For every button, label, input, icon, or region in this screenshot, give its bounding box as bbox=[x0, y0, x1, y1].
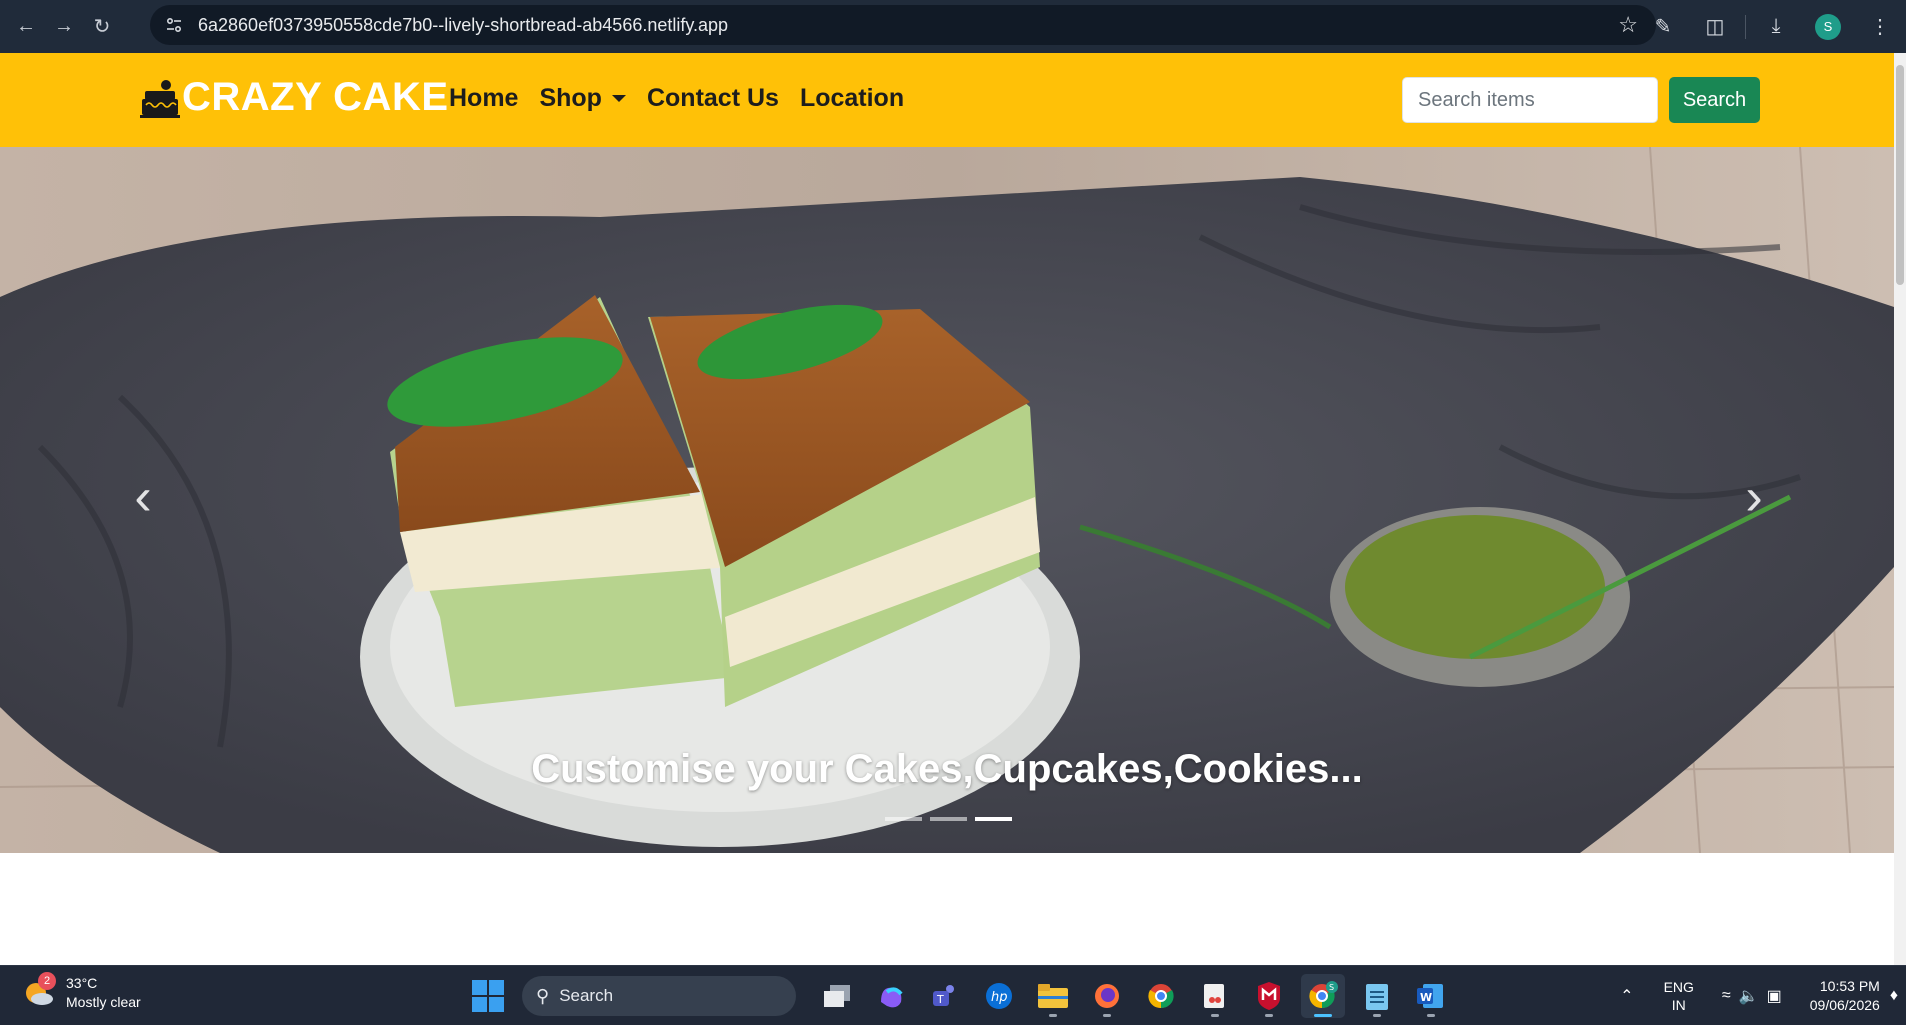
download-icon[interactable]: ⤓ bbox=[1759, 10, 1793, 44]
system-tray: ⌃ ENG IN ≈ 🔈 ▣ 10:53 PM 09/06/2026 ♦ bbox=[1620, 966, 1906, 1026]
weather-temp: 33°C bbox=[66, 975, 98, 991]
web-page: CRAZY CAKE Home Shop Contact Us Location… bbox=[0, 53, 1906, 965]
nav-menu: Home Shop Contact Us Location bbox=[449, 84, 925, 113]
carousel-indicator-3[interactable] bbox=[975, 817, 1012, 821]
carousel-prev-button[interactable]: ‹ bbox=[118, 467, 168, 527]
word-icon[interactable]: W bbox=[1409, 974, 1453, 1018]
brand-name: CRAZY CAKE bbox=[182, 75, 449, 119]
weather-desc: Mostly clear bbox=[66, 994, 141, 1010]
menu-icon[interactable]: ⋮ bbox=[1863, 10, 1897, 44]
forward-icon[interactable]: → bbox=[46, 9, 82, 45]
windows-start-icon[interactable] bbox=[472, 980, 504, 1012]
browser-toolbar: ← → ↻ 6a2860ef0373950558cde7b0--lively-s… bbox=[0, 0, 1906, 53]
nav-shop-label: Shop bbox=[539, 84, 602, 112]
wifi-icon[interactable]: ≈ bbox=[1722, 987, 1731, 1005]
scrollbar-thumb[interactable] bbox=[1896, 65, 1904, 285]
teams-icon[interactable]: T bbox=[923, 974, 967, 1018]
windows-taskbar: 2 33°C Mostly clear ⚲ Search T hp S W ⌃ … bbox=[0, 965, 1906, 1025]
weather-widget[interactable]: 2 33°C Mostly clear bbox=[22, 972, 141, 1012]
lang-line1: ENG bbox=[1663, 979, 1694, 995]
mcafee-icon[interactable] bbox=[1247, 974, 1291, 1018]
edit-icon[interactable]: ✎ bbox=[1646, 10, 1680, 44]
task-view-icon[interactable] bbox=[815, 974, 859, 1018]
avatar: S bbox=[1815, 13, 1841, 40]
reload-icon[interactable]: ↻ bbox=[84, 9, 120, 45]
svg-text:S: S bbox=[1329, 983, 1334, 992]
chevron-down-icon bbox=[611, 95, 626, 102]
carousel-indicators bbox=[885, 817, 1020, 821]
clock-time: 10:53 PM bbox=[1819, 978, 1880, 994]
nav-home[interactable]: Home bbox=[449, 84, 518, 113]
chrome-icon[interactable] bbox=[1139, 974, 1183, 1018]
svg-text:hp: hp bbox=[991, 990, 1008, 1005]
volume-icon[interactable]: 🔈 bbox=[1739, 986, 1759, 1006]
weather-icon: 2 bbox=[22, 972, 56, 1010]
taskbar-search[interactable]: ⚲ Search bbox=[522, 976, 796, 1016]
battery-icon[interactable]: ▣ bbox=[1767, 986, 1782, 1006]
notification-bell-icon[interactable]: ♦ bbox=[1890, 987, 1898, 1005]
svg-text:W: W bbox=[1420, 991, 1432, 1004]
url-text[interactable]: 6a2860ef0373950558cde7b0--lively-shortbr… bbox=[198, 15, 728, 36]
taskbar-apps: ⚲ Search T hp S W bbox=[472, 974, 1458, 1018]
carousel-indicator-1[interactable] bbox=[885, 817, 922, 821]
clock[interactable]: 10:53 PM 09/06/2026 bbox=[1810, 977, 1880, 1015]
carousel-indicator-2[interactable] bbox=[930, 817, 967, 821]
cake-icon bbox=[140, 79, 180, 118]
search-input[interactable] bbox=[1402, 77, 1658, 123]
nav-location[interactable]: Location bbox=[800, 84, 904, 113]
lang-line2: IN bbox=[1671, 997, 1686, 1013]
file-explorer-icon[interactable] bbox=[1031, 974, 1075, 1018]
copilot-icon[interactable] bbox=[869, 974, 913, 1018]
bookmark-star-icon[interactable]: ☆ bbox=[1618, 12, 1638, 38]
brand-logo[interactable]: CRAZY CAKE bbox=[140, 75, 449, 120]
snipping-tool-icon[interactable] bbox=[1193, 974, 1237, 1018]
page-scrollbar[interactable] bbox=[1894, 53, 1906, 965]
nav-shop[interactable]: Shop bbox=[539, 84, 626, 113]
back-icon[interactable]: ← bbox=[8, 9, 44, 45]
carousel-caption: Customise your Cakes,Cupcakes,Cookies... bbox=[531, 747, 1363, 791]
notepad-icon[interactable] bbox=[1355, 974, 1399, 1018]
clock-date: 09/06/2026 bbox=[1809, 997, 1880, 1013]
firefox-icon[interactable] bbox=[1085, 974, 1129, 1018]
search-icon: ⚲ bbox=[536, 985, 550, 1006]
site-info-icon[interactable] bbox=[162, 13, 186, 37]
chrome-profile-icon[interactable]: S bbox=[1301, 974, 1345, 1018]
address-bar[interactable]: 6a2860ef0373950558cde7b0--lively-shortbr… bbox=[150, 5, 1656, 45]
toolbar-separator bbox=[1745, 14, 1746, 39]
profile-avatar[interactable]: S bbox=[1811, 10, 1845, 44]
language-indicator[interactable]: ENG IN bbox=[1664, 978, 1694, 1014]
weather-text: 33°C Mostly clear bbox=[66, 974, 141, 1012]
nav-contact[interactable]: Contact Us bbox=[647, 84, 779, 113]
hero-carousel: ‹ › Customise your Cakes,Cupcakes,Cookie… bbox=[0, 147, 1894, 853]
chevron-up-icon[interactable]: ⌃ bbox=[1620, 986, 1633, 1006]
search-button[interactable]: Search bbox=[1669, 77, 1760, 123]
site-navbar: CRAZY CAKE Home Shop Contact Us Location… bbox=[0, 53, 1894, 147]
svg-text:T: T bbox=[936, 993, 944, 1006]
hp-icon[interactable]: hp bbox=[977, 974, 1021, 1018]
carousel-next-button[interactable]: › bbox=[1729, 467, 1779, 527]
taskbar-search-label: Search bbox=[559, 986, 614, 1005]
notification-badge: 2 bbox=[38, 972, 56, 990]
extensions-icon[interactable]: ◫ bbox=[1698, 10, 1732, 44]
